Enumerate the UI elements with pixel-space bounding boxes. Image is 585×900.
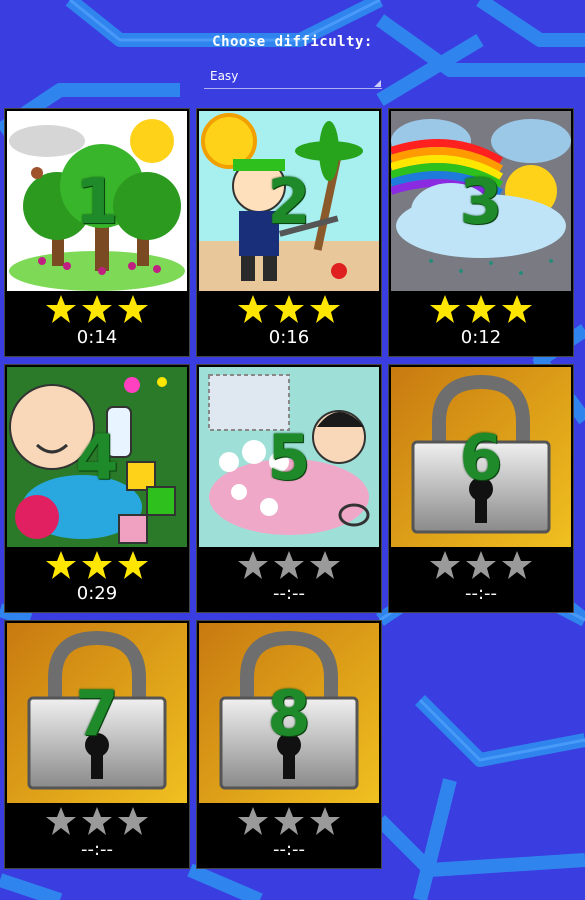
star-filled-icon (430, 295, 460, 323)
level-number: 2 (267, 164, 311, 238)
star-filled-icon (274, 295, 304, 323)
best-time: 0:29 (76, 583, 118, 604)
star-empty-icon (274, 807, 304, 835)
star-empty-icon (238, 551, 268, 579)
best-time: 0:12 (460, 327, 502, 348)
star-filled-icon (82, 295, 112, 323)
star-rating (5, 293, 189, 325)
star-empty-icon (82, 807, 112, 835)
star-rating (197, 805, 381, 837)
star-filled-icon (310, 295, 340, 323)
star-filled-icon (118, 295, 148, 323)
star-filled-icon (118, 551, 148, 579)
level-tile-6[interactable]: 6 --:-- (388, 364, 574, 613)
star-filled-icon (46, 295, 76, 323)
level-tile-7[interactable]: 7 --:-- (4, 620, 190, 869)
star-filled-icon (466, 295, 496, 323)
star-rating (197, 549, 381, 581)
level-tile-8[interactable]: 8 --:-- (196, 620, 382, 869)
level-tile-4[interactable]: 4 0:29 (4, 364, 190, 613)
star-rating (389, 549, 573, 581)
star-rating (197, 293, 381, 325)
star-empty-icon (466, 551, 496, 579)
star-filled-icon (502, 295, 532, 323)
best-time: --:-- (272, 583, 306, 604)
star-rating (5, 549, 189, 581)
star-rating (5, 805, 189, 837)
level-grid: 1 0:14 2 0:16 3 0:12 4 0:29 5 --:-- 6 --… (0, 0, 585, 900)
level-number: 1 (75, 164, 119, 238)
star-empty-icon (118, 807, 148, 835)
star-rating (389, 293, 573, 325)
star-filled-icon (82, 551, 112, 579)
star-empty-icon (238, 807, 268, 835)
level-number: 8 (267, 676, 311, 750)
best-time: 0:16 (268, 327, 310, 348)
star-empty-icon (274, 551, 304, 579)
level-tile-5[interactable]: 5 --:-- (196, 364, 382, 613)
best-time: --:-- (80, 839, 114, 860)
level-number: 7 (75, 676, 119, 750)
level-number: 6 (459, 420, 503, 494)
star-empty-icon (430, 551, 460, 579)
star-empty-icon (502, 551, 532, 579)
star-empty-icon (310, 551, 340, 579)
star-filled-icon (46, 551, 76, 579)
level-tile-3[interactable]: 3 0:12 (388, 108, 574, 357)
level-tile-1[interactable]: 1 0:14 (4, 108, 190, 357)
star-empty-icon (46, 807, 76, 835)
level-number: 3 (459, 164, 503, 238)
best-time: --:-- (272, 839, 306, 860)
star-empty-icon (310, 807, 340, 835)
level-number: 5 (267, 420, 311, 494)
best-time: --:-- (464, 583, 498, 604)
star-filled-icon (238, 295, 268, 323)
level-tile-2[interactable]: 2 0:16 (196, 108, 382, 357)
level-number: 4 (75, 420, 119, 494)
best-time: 0:14 (76, 327, 118, 348)
